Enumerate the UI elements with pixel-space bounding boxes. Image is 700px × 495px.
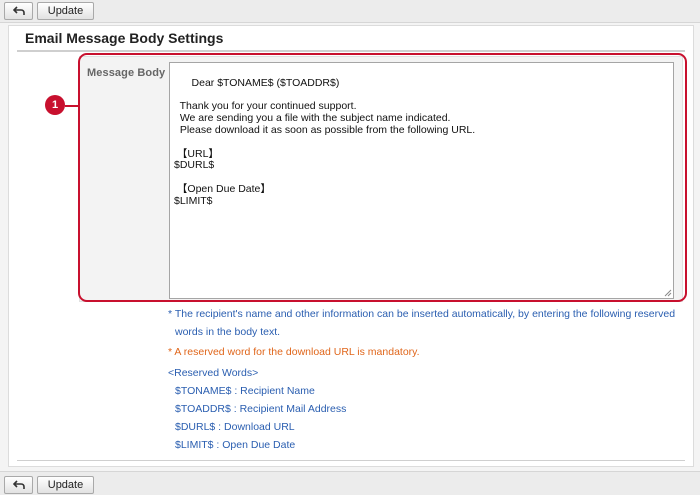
note-line-1: * The recipient's name and other informa… xyxy=(168,308,676,320)
reserved-words-header: <Reserved Words> xyxy=(168,367,259,379)
callout-connector xyxy=(65,105,79,107)
update-button[interactable]: Update xyxy=(37,476,94,494)
section-title: Email Message Body Settings xyxy=(25,30,224,46)
note-line-2: words in the body text. xyxy=(175,326,281,338)
back-button[interactable] xyxy=(4,476,33,494)
bottom-divider xyxy=(17,460,685,461)
back-arrow-icon xyxy=(13,6,25,15)
back-arrow-icon xyxy=(13,480,25,489)
top-toolbar: Update xyxy=(0,0,700,23)
update-button[interactable]: Update xyxy=(37,2,94,20)
callout-number-badge: 1 xyxy=(45,95,65,115)
reserved-word-item: $TONAME$ : Recipient Name xyxy=(175,385,315,397)
reserved-word-item: $TOADDR$ : Recipient Mail Address xyxy=(175,403,347,415)
settings-panel: Email Message Body Settings Message Body… xyxy=(8,25,694,467)
reserved-word-item: $LIMIT$ : Open Due Date xyxy=(175,439,296,451)
reserved-word-item: $DURL$ : Download URL xyxy=(175,421,295,433)
back-button[interactable] xyxy=(4,2,33,20)
bottom-toolbar: Update xyxy=(0,471,700,495)
callout-highlight-box xyxy=(78,53,687,302)
title-divider xyxy=(17,50,685,52)
mandatory-note: * A reserved word for the download URL i… xyxy=(168,346,420,358)
